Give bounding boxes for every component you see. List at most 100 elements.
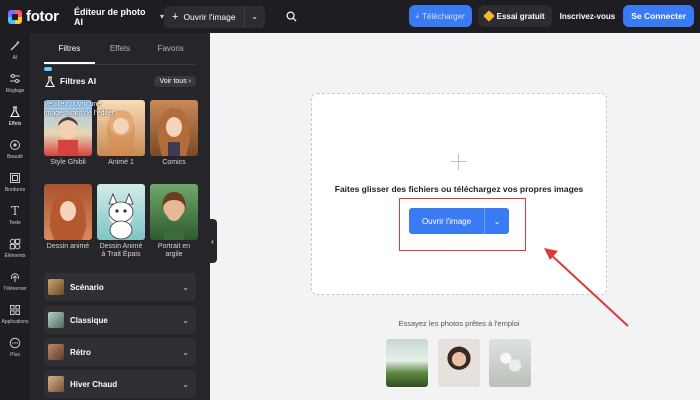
frame-icon: [8, 171, 22, 185]
filter-card[interactable]: Portrait en argile: [150, 184, 198, 265]
rail-label: Texte: [9, 219, 21, 226]
rail-item-beaute[interactable]: Beauté: [0, 132, 30, 165]
editor-mode-dropdown[interactable]: Éditeur de photo AI ▾: [74, 7, 164, 27]
download-button[interactable]: ⤓ Télécharger: [408, 5, 472, 27]
tool-rail: AI Réglage Effets Beauté Bordures T Text…: [0, 33, 30, 400]
open-image-button[interactable]: + Ouvrir l'image: [164, 5, 245, 28]
rail-item-ai[interactable]: AI: [0, 33, 30, 66]
open-image-tooltip: Veuillez ouvrir une image avant de l'édi…: [44, 101, 115, 117]
annotation-arrow-icon: [544, 248, 629, 327]
elements-icon: [8, 237, 22, 251]
magic-wand-icon: [8, 39, 22, 53]
login-button[interactable]: Se Connecter: [623, 5, 694, 27]
rail-label: Éléments: [4, 252, 26, 259]
category-title: Hiver Chaud: [70, 379, 118, 389]
ai-filter-grid: Style Ghibli Animé 1 Comics Dessin animé…: [44, 100, 200, 265]
filter-thumbnail: [44, 184, 92, 240]
ai-filters-title: Filtres AI: [60, 76, 97, 86]
rail-item-reglage[interactable]: Réglage: [0, 66, 30, 99]
rail-label: Effets: [8, 120, 22, 127]
filter-card-label: Style Ghibli: [50, 159, 86, 166]
fotor-logo[interactable]: fotor: [8, 8, 68, 25]
filter-card-label: Portrait en argile: [157, 243, 191, 258]
collapse-panel-button[interactable]: ‹: [208, 219, 217, 263]
chevron-down-icon: ⌄: [182, 379, 189, 389]
rail-label: Réglage: [5, 87, 25, 94]
download-label: Télécharger: [422, 11, 465, 21]
rail-item-plus[interactable]: Plus: [0, 330, 30, 363]
chevron-down-icon: ⌄: [182, 315, 189, 325]
filter-card-label: Comics: [162, 159, 186, 166]
top-bar: fotor Éditeur de photo AI ▾ + Ouvrir l'i…: [0, 0, 700, 33]
open-image-split-button: + Ouvrir l'image ⌄: [164, 5, 265, 28]
plus-icon: +: [172, 10, 179, 23]
effects-panel: Filtres Effets Favoris Filtres AI Voir t…: [30, 33, 210, 400]
free-trial-label: Essai gratuit: [496, 11, 545, 21]
category-thumbnail: [48, 279, 64, 295]
search-icon[interactable]: [285, 10, 299, 24]
filter-card-label: Dessin animé: [46, 243, 90, 250]
eye-icon: [8, 138, 22, 152]
open-image-main-dropdown[interactable]: ⌄: [485, 208, 509, 234]
gem-icon: [482, 10, 495, 22]
rail-label: AI: [12, 54, 18, 61]
category-retro[interactable]: Rétro ⌄: [44, 338, 196, 366]
toggle-indicator: [44, 67, 52, 71]
rail-item-texte[interactable]: T Texte: [0, 198, 30, 231]
sliders-icon: [8, 72, 22, 86]
signup-link[interactable]: Inscrivez-vous: [558, 12, 618, 21]
topbar-actions: ⤓ Télécharger Essai gratuit Inscrivez-vo…: [408, 5, 694, 27]
chevron-down-icon: ⌄: [251, 12, 258, 21]
rail-item-elements[interactable]: Éléments: [0, 231, 30, 264]
chevron-down-icon: ▾: [159, 12, 164, 21]
category-title: Rétro: [70, 347, 91, 357]
logo-text: fotor: [26, 8, 59, 25]
rail-label: Téléverser: [3, 285, 27, 292]
tab-filtres[interactable]: Filtres: [44, 37, 95, 64]
open-image-dropdown-button[interactable]: ⌄: [245, 6, 265, 28]
category-title: Classique: [70, 315, 108, 325]
rail-item-televerser[interactable]: Téléverser: [0, 264, 30, 297]
filter-card[interactable]: Comics: [150, 100, 198, 181]
chevron-down-icon: ⌄: [493, 216, 501, 226]
flask-icon: [8, 105, 22, 119]
rail-item-effets[interactable]: Effets: [0, 99, 30, 132]
tab-effets[interactable]: Effets: [95, 37, 146, 64]
rail-label: Beauté: [7, 153, 23, 160]
category-title: Scénario: [70, 282, 104, 292]
filter-card[interactable]: Dessin Animé à Trait Épais: [97, 184, 145, 265]
upload-icon: [8, 270, 22, 284]
category-scenario[interactable]: Scénario ⌄: [44, 273, 196, 301]
plus-icon: [451, 154, 467, 170]
filter-card[interactable]: Dessin animé: [44, 184, 92, 265]
see-all-button[interactable]: Voir tous ›: [154, 75, 196, 87]
open-image-main-label-button[interactable]: Ouvrir l'image: [409, 208, 485, 234]
filter-thumbnail: [150, 100, 198, 156]
filter-card-label: Dessin Animé à Trait Épais: [99, 243, 143, 258]
ai-filters-header: Filtres AI Voir tous ›: [44, 67, 196, 89]
filter-card-label: Animé 1: [108, 159, 134, 166]
tab-favoris[interactable]: Favoris: [145, 37, 196, 64]
more-icon: [8, 336, 22, 350]
rail-label: Applications: [1, 318, 29, 325]
open-image-label: Ouvrir l'image: [183, 11, 236, 22]
apps-icon: [8, 303, 22, 317]
rail-label: Plus: [10, 351, 20, 358]
rail-item-bordures[interactable]: Bordures: [0, 165, 30, 198]
category-thumbnail: [48, 312, 64, 328]
fotor-logo-icon: [8, 9, 22, 24]
sample-photos-title: Essayez les photos prêtes à l'emploi: [398, 319, 520, 328]
text-icon: T: [10, 203, 19, 218]
sample-photo-flowers[interactable]: [489, 339, 531, 387]
category-thumbnail: [48, 344, 64, 360]
sample-photo-landscape[interactable]: [386, 339, 428, 387]
chevron-left-icon: ‹: [211, 236, 214, 246]
sample-photo-portrait[interactable]: [438, 339, 480, 387]
category-classique[interactable]: Classique ⌄: [44, 306, 196, 334]
free-trial-button[interactable]: Essai gratuit: [477, 5, 552, 27]
rail-label: Bordures: [4, 186, 26, 193]
rail-item-applications[interactable]: Applications: [0, 297, 30, 330]
category-hiver-chaud[interactable]: Hiver Chaud ⌄: [44, 370, 196, 398]
editor-mode-label: Éditeur de photo AI: [74, 6, 146, 27]
panel-tabs: Filtres Effets Favoris: [44, 37, 196, 65]
